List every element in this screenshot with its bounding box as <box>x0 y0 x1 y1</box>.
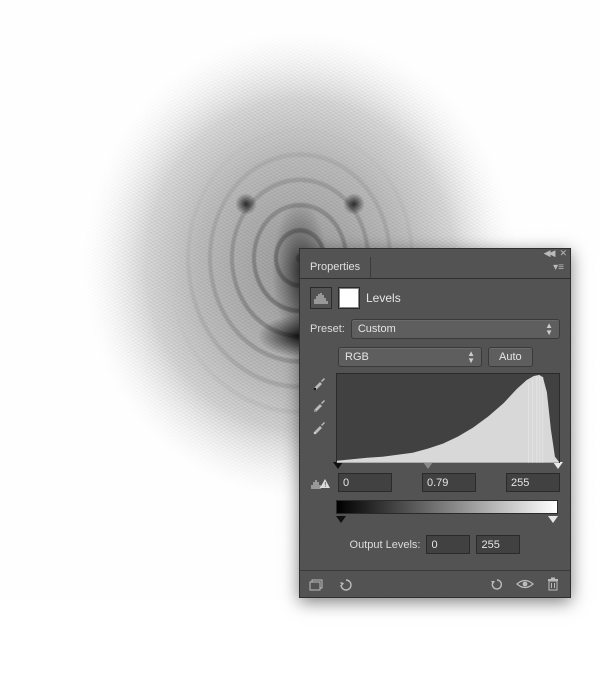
shadow-slider-handle[interactable] <box>333 462 343 469</box>
eyedropper-white-icon[interactable] <box>310 419 328 435</box>
visibility-icon[interactable] <box>516 576 534 592</box>
auto-button[interactable]: Auto <box>488 347 533 367</box>
output-levels-row: Output Levels: 0 255 <box>310 535 560 554</box>
adjustment-header: Levels <box>310 287 560 309</box>
eyedropper-gray-icon[interactable] <box>310 397 328 413</box>
svg-text:!: ! <box>324 482 326 489</box>
prev-state-icon[interactable] <box>336 576 354 592</box>
tab-properties[interactable]: Properties <box>300 257 371 278</box>
reset-icon[interactable] <box>488 576 506 592</box>
output-shadow-handle[interactable] <box>336 516 346 523</box>
output-shadow-field[interactable]: 0 <box>426 535 470 554</box>
input-mid-field[interactable]: 0.79 <box>422 473 476 492</box>
clip-to-layer-icon[interactable] <box>308 576 326 592</box>
preset-label: Preset: <box>310 323 345 335</box>
preset-row: Preset: Custom ▲▼ <box>310 319 560 339</box>
channel-row: RGB ▲▼ Auto <box>338 347 560 367</box>
midtone-slider-handle[interactable] <box>423 462 433 469</box>
close-icon[interactable]: ✕ <box>559 248 567 259</box>
input-shadow-field[interactable]: 0 <box>338 473 392 492</box>
histogram <box>336 373 560 463</box>
adjustment-title: Levels <box>366 291 401 305</box>
levels-icon[interactable] <box>310 287 332 309</box>
output-highlight-field[interactable]: 255 <box>476 535 520 554</box>
preset-select[interactable]: Custom ▲▼ <box>351 319 560 339</box>
properties-panel: ◀◀ ✕ Properties ▾≡ Levels Preset: Custom… <box>299 248 571 598</box>
preset-value: Custom <box>358 323 396 335</box>
output-gradient[interactable] <box>336 500 558 514</box>
input-slider-track[interactable] <box>336 462 560 469</box>
output-highlight-handle[interactable] <box>548 516 558 523</box>
trash-icon[interactable] <box>544 576 562 592</box>
panel-tab-row: Properties ▾≡ <box>300 257 570 279</box>
highlight-slider-handle[interactable] <box>553 462 563 469</box>
eyedropper-black-icon[interactable] <box>310 375 328 391</box>
channel-value: RGB <box>345 351 369 363</box>
channel-select[interactable]: RGB ▲▼ <box>338 347 482 367</box>
input-highlight-field[interactable]: 255 <box>506 473 560 492</box>
output-label: Output Levels: <box>350 539 421 551</box>
collapse-icon[interactable]: ◀◀ <box>544 248 554 259</box>
panel-menu-icon[interactable]: ▾≡ <box>547 258 570 277</box>
input-levels-row: ! 0 0.79 255 <box>310 473 560 492</box>
output-slider-track[interactable] <box>336 516 558 523</box>
panel-footer <box>300 570 570 597</box>
mask-icon[interactable] <box>338 287 360 309</box>
eyedropper-column <box>310 373 328 463</box>
clip-warning-icon[interactable]: ! <box>310 476 332 490</box>
panel-top-bar[interactable]: ◀◀ ✕ <box>300 249 570 257</box>
